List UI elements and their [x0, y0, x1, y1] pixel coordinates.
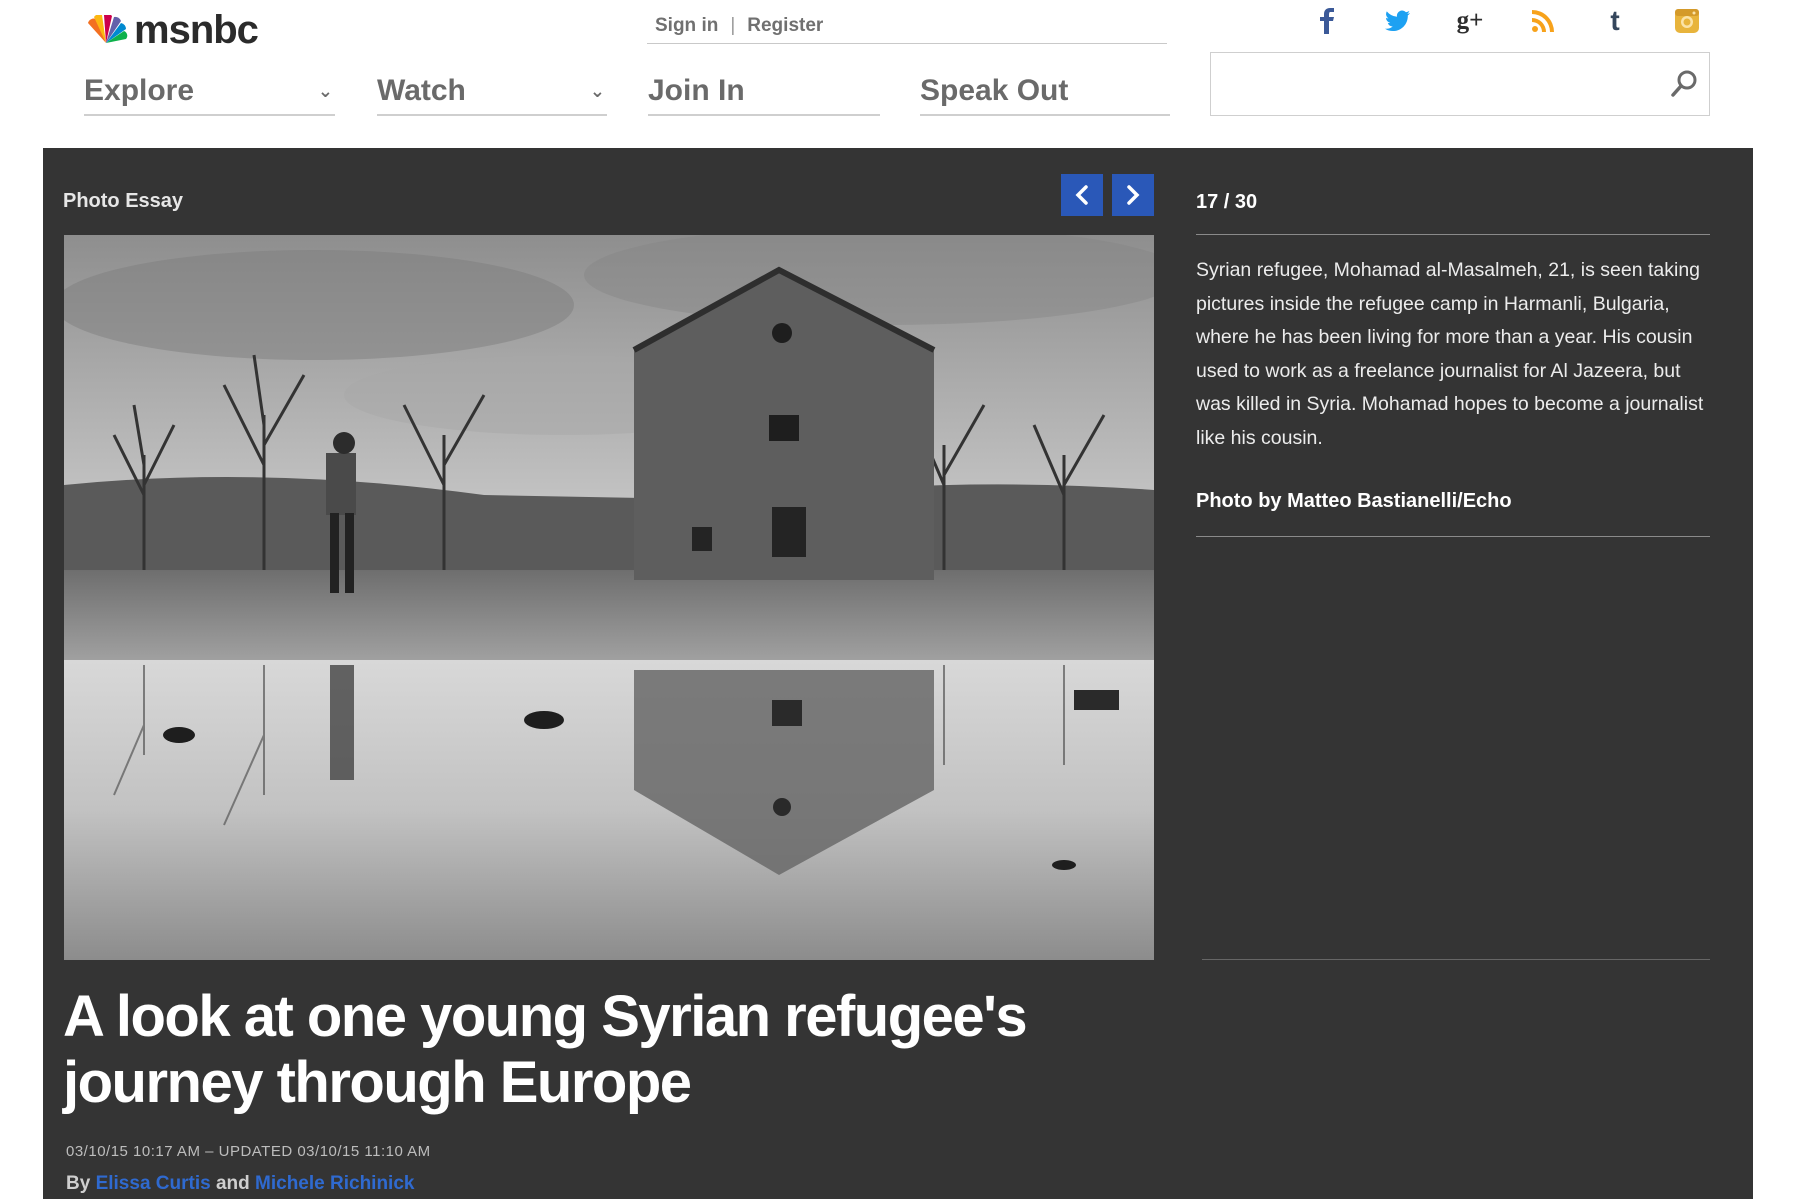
instagram-icon[interactable] — [1672, 6, 1702, 36]
nav-watch[interactable]: Watch ⌄ — [377, 68, 607, 116]
search-box — [1210, 52, 1710, 116]
author-link-elissa-curtis[interactable]: Elissa Curtis — [96, 1173, 211, 1194]
next-photo-button[interactable] — [1112, 174, 1154, 216]
chevron-down-icon: ⌄ — [317, 80, 333, 101]
article-headline: A look at one young Syrian refugee's jou… — [63, 984, 1028, 1115]
nav-speak-out[interactable]: Speak Out — [920, 68, 1170, 116]
chevron-right-icon — [1127, 185, 1140, 205]
previous-photo-button[interactable] — [1061, 174, 1103, 216]
peacock-icon — [88, 15, 128, 43]
photo-caption: Syrian refugee, Mohamad al-Masalmeh, 21,… — [1196, 259, 1704, 449]
tumblr-icon[interactable]: t — [1600, 5, 1630, 36]
rss-icon[interactable] — [1528, 6, 1558, 36]
account-links: Sign in | Register — [647, 8, 1167, 44]
byline-conjunction: and — [215, 1173, 250, 1194]
logo-text: msnbc — [134, 7, 259, 52]
divider — [1196, 536, 1710, 537]
nav-explore-label: Explore — [84, 74, 195, 107]
chevron-left-icon — [1075, 185, 1088, 205]
register-link[interactable]: Register — [747, 15, 823, 37]
sign-in-link[interactable]: Sign in — [655, 15, 718, 37]
photo-counter: 17 / 30 — [1196, 191, 1258, 213]
account-separator: | — [730, 14, 736, 36]
nav-join-in[interactable]: Join In — [648, 68, 880, 116]
byline-prefix: By — [66, 1173, 91, 1194]
photo-credit: Photo by Matteo Bastianelli/Echo — [1196, 490, 1512, 512]
nav-watch-label: Watch — [377, 74, 466, 107]
article-byline: By Elissa Curtis and Michele Richinick — [66, 1173, 414, 1195]
google-plus-icon[interactable]: g+ — [1455, 6, 1485, 36]
chevron-down-icon: ⌄ — [589, 80, 605, 101]
nav-explore[interactable]: Explore ⌄ — [84, 68, 335, 116]
nav-speak-out-label: Speak Out — [920, 74, 1069, 107]
photo-essay-label: Photo Essay — [63, 190, 184, 212]
photo-essay-panel: Photo Essay 17 / 30 Syrian refugee, Moha… — [43, 148, 1753, 1199]
nav-join-in-label: Join In — [648, 74, 745, 107]
author-link-michele-richinick[interactable]: Michele Richinick — [255, 1173, 414, 1194]
search-icon[interactable] — [1669, 69, 1699, 99]
essay-photo — [64, 235, 1154, 960]
divider — [1202, 959, 1710, 960]
search-input[interactable] — [1211, 53, 1641, 115]
divider — [1196, 234, 1710, 235]
facebook-icon[interactable] — [1312, 6, 1342, 36]
social-links: g+ t — [1310, 5, 1710, 40]
twitter-icon[interactable] — [1383, 6, 1413, 36]
article-dateline: 03/10/15 10:17 AM – UPDATED 03/10/15 11:… — [66, 1143, 431, 1160]
msnbc-logo[interactable]: msnbc — [84, 6, 259, 54]
